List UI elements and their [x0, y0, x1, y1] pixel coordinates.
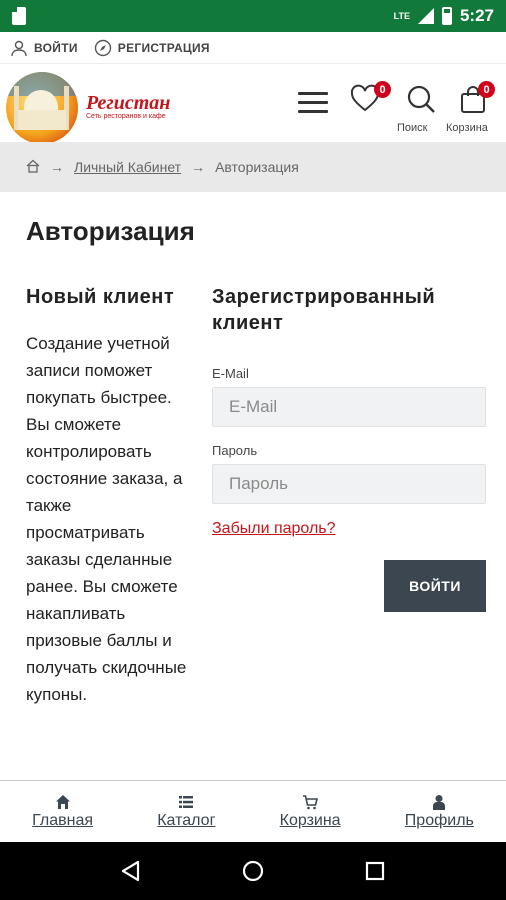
sd-card-icon	[12, 7, 26, 25]
register-link-label: РЕГИСТРАЦИЯ	[117, 40, 210, 55]
email-field[interactable]	[212, 387, 486, 427]
page-title: Авторизация	[26, 216, 195, 246]
brand-logo[interactable]: Регистан Сеть ресторанов и кафе	[86, 92, 170, 120]
back-icon[interactable]	[119, 859, 143, 883]
auth-links: ВОЙТИ РЕГИСТРАЦИЯ	[0, 32, 506, 64]
site-header: Регистан Сеть ресторанов и кафе 0 Поиск …	[0, 64, 506, 144]
search-label: Поиск	[397, 122, 428, 134]
recents-icon[interactable]	[363, 859, 387, 883]
login-form: Зарегистрированный клиент E-Mail Пароль …	[212, 284, 486, 612]
bottom-nav: Главная Каталог Корзина Профиль	[0, 780, 506, 842]
search-icon	[407, 85, 435, 113]
cart-count-badge: 0	[478, 81, 495, 98]
login-link[interactable]: ВОЙТИ	[10, 39, 78, 57]
forgot-password-link[interactable]: Забыли пароль?	[212, 520, 336, 538]
breadcrumb-home[interactable]	[26, 159, 40, 176]
nav-home[interactable]: Главная	[32, 794, 93, 830]
email-label: E-Mail	[212, 366, 249, 381]
status-bar: LTE 5:27	[0, 0, 506, 32]
brand-tagline: Сеть ресторанов и кафе	[86, 113, 166, 120]
nav-catalog-label: Каталог	[157, 811, 216, 829]
network-type: LTE	[393, 11, 410, 21]
nav-profile[interactable]: Профиль	[405, 794, 474, 830]
login-link-label: ВОЙТИ	[34, 40, 78, 55]
user-icon	[433, 794, 446, 810]
new-client-section: Новый клиент Создание учетной записи пом…	[26, 284, 188, 708]
home-icon	[55, 794, 70, 809]
nav-catalog[interactable]: Каталог	[157, 794, 215, 830]
registered-client-heading: Зарегистрированный клиент	[212, 286, 436, 334]
brand-name: Регистан	[86, 92, 171, 114]
wishlist-count-badge: 0	[374, 81, 391, 98]
breadcrumb-current: Авторизация	[215, 159, 299, 175]
cart-label: Корзина	[446, 122, 488, 134]
menu-icon[interactable]	[298, 92, 328, 114]
user-icon	[11, 40, 27, 56]
nav-profile-label: Профиль	[404, 811, 474, 829]
breadcrumb-separator: →	[50, 159, 64, 175]
home-icon	[26, 159, 40, 173]
breadcrumb-separator: →	[191, 159, 206, 175]
breadcrumb-account[interactable]: Личный Кабинет	[74, 159, 181, 175]
breadcrumb: → Личный Кабинет → Авторизация	[0, 142, 506, 192]
cart-icon	[303, 794, 319, 809]
clock: 5:27	[459, 6, 494, 25]
logo-emblem[interactable]	[6, 72, 78, 144]
password-field[interactable]	[212, 464, 486, 504]
password-label: Пароль	[212, 443, 258, 458]
search-button[interactable]	[406, 84, 436, 119]
register-link[interactable]: РЕГИСТРАЦИЯ	[94, 39, 210, 57]
compass-icon	[94, 39, 111, 56]
signal-icon	[417, 8, 434, 24]
nav-home-label: Главная	[32, 811, 94, 829]
system-nav-bar	[0, 842, 506, 900]
battery-icon	[441, 7, 452, 25]
home-circle-icon[interactable]	[241, 859, 265, 883]
list-icon	[179, 795, 194, 808]
nav-cart-label: Корзина	[279, 811, 341, 829]
login-button[interactable]: ВОЙТИ	[384, 560, 486, 612]
new-client-heading: Новый клиент	[26, 286, 175, 308]
new-client-text: Создание учетной записи поможет покупать…	[26, 334, 187, 704]
nav-cart[interactable]: Корзина	[280, 794, 341, 830]
